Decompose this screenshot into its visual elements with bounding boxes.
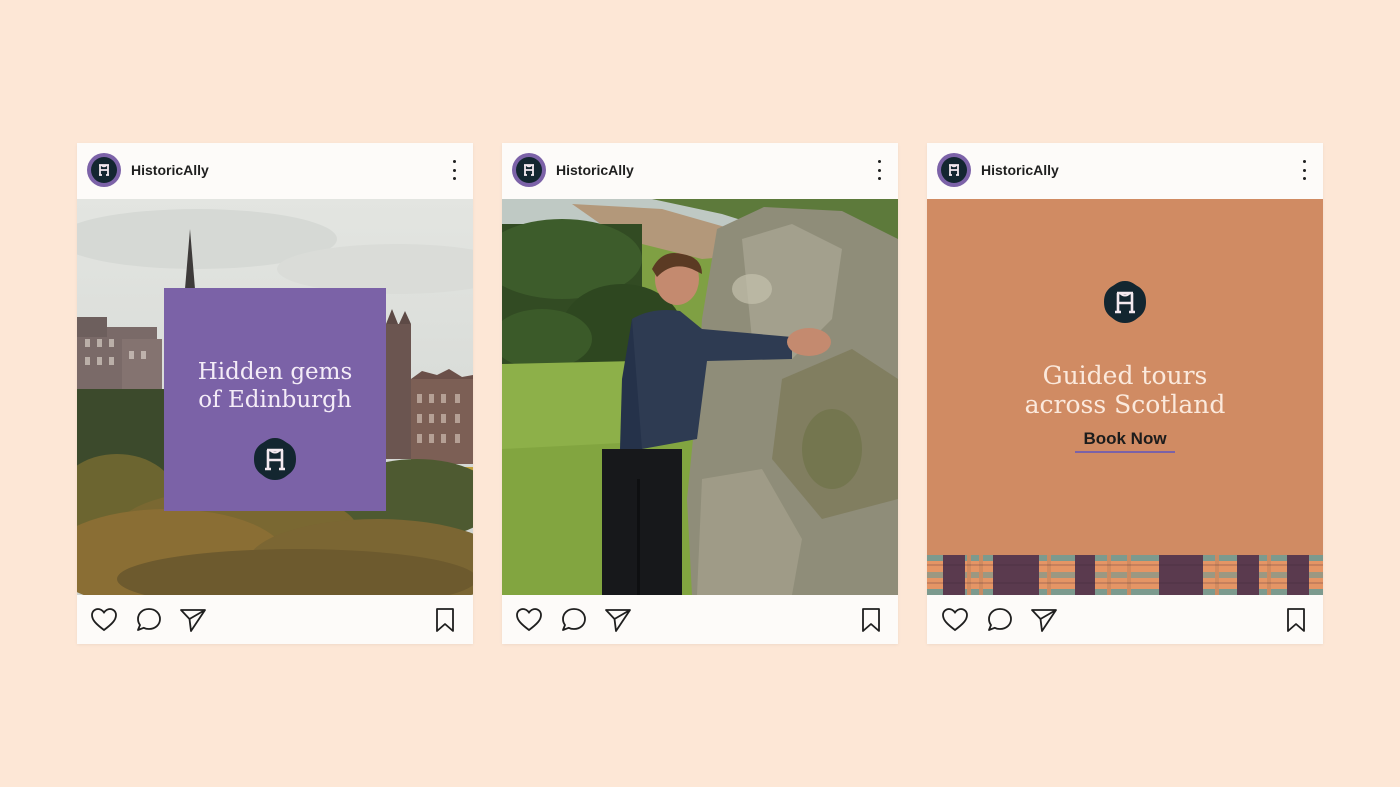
heart-icon[interactable] [90, 607, 118, 633]
post-header: HistoricAlly [927, 143, 1323, 198]
headline-line-1: Hidden gems [197, 359, 353, 385]
post-actions [502, 595, 898, 644]
post-actions [77, 595, 473, 644]
post-header: HistoricAlly [502, 143, 898, 198]
post-image-edinburgh: Hidden gems of Edinburgh [77, 199, 473, 595]
username[interactable]: HistoricAlly [981, 162, 1059, 178]
send-icon[interactable] [1030, 607, 1058, 633]
historically-logo-icon [516, 157, 542, 183]
historically-logo-icon [252, 436, 298, 482]
comment-icon[interactable] [135, 607, 163, 633]
post-headline: Guided tours across Scotland [927, 361, 1323, 419]
post-image-standing-stone [502, 199, 898, 595]
bookmark-icon[interactable] [860, 607, 882, 633]
headline-line-2: across Scotland [1024, 390, 1226, 419]
post-header: HistoricAlly [77, 143, 473, 198]
post-image-guided-tours: Guided tours across Scotland Book Now [927, 199, 1323, 595]
post-card-edinburgh: HistoricAlly Hidden gems of Edinburgh [77, 143, 473, 644]
username[interactable]: HistoricAlly [556, 162, 634, 178]
avatar[interactable] [937, 153, 971, 187]
comment-icon[interactable] [560, 607, 588, 633]
historically-logo-icon [1102, 279, 1148, 325]
standing-stone-photo [502, 199, 898, 595]
send-icon[interactable] [179, 607, 207, 633]
headline-line-1: Guided tours [1042, 361, 1208, 390]
heart-icon[interactable] [515, 607, 543, 633]
avatar[interactable] [512, 153, 546, 187]
post-headline: Hidden gems of Edinburgh [164, 358, 386, 414]
more-vertical-icon[interactable] [874, 160, 884, 180]
headline-panel: Hidden gems of Edinburgh [164, 288, 386, 511]
book-now-button[interactable]: Book Now [1075, 429, 1175, 453]
post-card-guided-tours: HistoricAlly Guided tours across Scotlan… [927, 143, 1323, 644]
comment-icon[interactable] [986, 607, 1014, 633]
headline-line-2: of Edinburgh [198, 387, 352, 413]
post-actions [927, 595, 1323, 644]
avatar[interactable] [87, 153, 121, 187]
bookmark-icon[interactable] [1285, 607, 1307, 633]
bookmark-icon[interactable] [434, 607, 456, 633]
heart-icon[interactable] [941, 607, 969, 633]
more-vertical-icon[interactable] [1299, 160, 1309, 180]
historically-logo-icon [941, 157, 967, 183]
tartan-pattern [927, 555, 1323, 595]
more-vertical-icon[interactable] [449, 160, 459, 180]
post-card-stone: HistoricAlly [502, 143, 898, 644]
historically-logo-icon [91, 157, 117, 183]
username[interactable]: HistoricAlly [131, 162, 209, 178]
send-icon[interactable] [604, 607, 632, 633]
